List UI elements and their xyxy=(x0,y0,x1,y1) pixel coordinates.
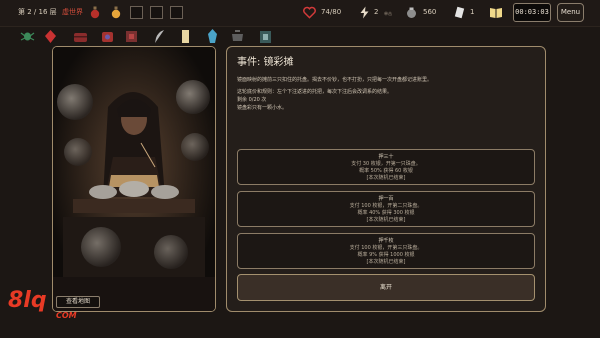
card-count: 1 xyxy=(470,8,475,16)
red-gem-relic-icon[interactable] xyxy=(43,28,58,45)
site-watermark-logo: 8lq xyxy=(8,288,47,313)
potion-icon[interactable] xyxy=(90,6,100,19)
shrine-relic-icon[interactable] xyxy=(258,28,273,45)
energy-suffix: 单击 xyxy=(384,11,392,16)
leave-button[interactable]: 离开 xyxy=(237,274,535,301)
choice-odds: 概率 50% 获得 60 枚银 xyxy=(359,168,413,174)
choice-option-3[interactable]: 押千枚 支付 100 枚银，开第三只珠盘。 概率 9% 获得 1000 枚银 [… xyxy=(237,233,535,269)
world-name: 虚世界 xyxy=(62,8,83,16)
feather-relic-icon[interactable] xyxy=(152,28,167,45)
empty-potion-slot[interactable] xyxy=(170,6,183,19)
crystal-relic-icon[interactable] xyxy=(205,28,220,45)
menu-button[interactable]: Menu xyxy=(557,3,584,22)
choice-odds: 概率 40% 获得 300 枚银 xyxy=(357,210,415,216)
energy-value: 2 xyxy=(374,8,379,16)
view-map-button[interactable]: 查看地图 xyxy=(56,296,100,308)
choice-status: [本次随机已结束] xyxy=(366,259,406,265)
top-bar: 第 2 / 16 层 虚世界 74/80 2 单击 560 1 00:03:03… xyxy=(0,0,600,27)
event-remaining: 剩余 0/20 次 xyxy=(237,97,267,103)
spider-relic-icon[interactable] xyxy=(20,28,35,45)
box-relic-icon[interactable] xyxy=(124,28,139,45)
trinket-relic-icon[interactable] xyxy=(100,28,115,45)
book-icon[interactable] xyxy=(489,6,503,19)
site-watermark-sub: COM xyxy=(56,311,77,320)
cauldron-relic-icon[interactable] xyxy=(230,28,245,45)
event-description: 镜面映射的摊前三只扣住的托盘。揭去不价钞，也不打扮，只把每一次开盘都记进账里。 xyxy=(237,77,433,83)
choice-title: 押千枚 xyxy=(378,238,394,244)
relic-bar xyxy=(0,26,600,48)
chest-relic-icon[interactable] xyxy=(73,28,88,45)
empty-potion-slot[interactable] xyxy=(130,6,143,19)
choice-odds: 概率 9% 获得 1000 枚银 xyxy=(357,252,415,258)
event-panel: 事件: 镜彩摊 镜面映射的摊前三只扣住的托盘。揭去不价钞，也不打扮，只把每一次开… xyxy=(226,46,546,312)
choice-cost: 支付 100 枚银，开第三只珠盘。 xyxy=(349,245,423,251)
lightning-icon xyxy=(360,6,369,19)
gold-value: 560 xyxy=(423,8,437,16)
hp-value: 74/80 xyxy=(321,8,342,16)
choice-status: [本次随机已结束] xyxy=(366,217,406,223)
card-icon xyxy=(454,6,465,19)
empty-potion-slot[interactable] xyxy=(150,6,163,19)
heart-icon xyxy=(303,6,316,19)
choice-option-1[interactable]: 押三十 支付 30 枚银，开第一只珠盘。 概率 50% 获得 60 枚银 [本次… xyxy=(237,149,535,185)
choice-title: 押三十 xyxy=(378,154,394,160)
event-illustration xyxy=(52,46,216,312)
event-rules: 这轮底价和规则：左个下注返进的托把，每次下注后会改调系的结果。 xyxy=(237,89,393,95)
choice-cost: 支付 100 枚银，开第二只珠盘。 xyxy=(349,203,423,209)
scroll-relic-icon[interactable] xyxy=(178,28,193,45)
choice-title: 押一百 xyxy=(378,196,394,202)
floor-indicator: 第 2 / 16 层 xyxy=(18,8,57,16)
event-note: 镜盘彩只有一颗小水。 xyxy=(237,105,288,111)
mirror-stall-image xyxy=(53,47,215,311)
choice-option-2[interactable]: 押一百 支付 100 枚银，开第二只珠盘。 概率 40% 获得 300 枚银 [… xyxy=(237,191,535,227)
choice-cost: 支付 30 枚银，开第一只珠盘。 xyxy=(351,161,421,167)
potion-icon[interactable] xyxy=(111,6,121,19)
timer-display: 00:03:03 xyxy=(513,3,551,22)
event-title: 事件: 镜彩摊 xyxy=(237,57,294,68)
choice-status: [本次随机已结束] xyxy=(366,175,406,181)
coin-bag-icon xyxy=(407,7,416,18)
